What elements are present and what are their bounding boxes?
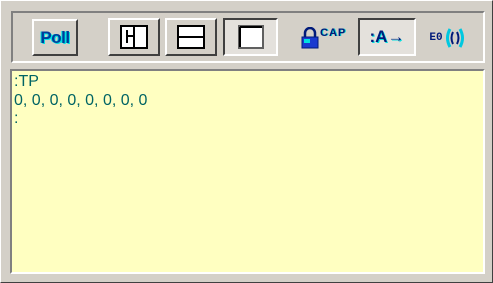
terminal-output[interactable]: :TP 0, 0, 0, 0, 0, 0, 0, 0 : bbox=[10, 69, 485, 274]
poll-icon: Poll bbox=[40, 27, 70, 47]
terminal-line: :TP bbox=[14, 73, 39, 90]
eo-signal-icon bbox=[445, 27, 464, 48]
lock-caps-icon bbox=[301, 27, 319, 49]
eo-button[interactable]: E0 bbox=[420, 19, 475, 56]
terminal-line: 0, 0, 0, 0, 0, 0, 0, 0 bbox=[14, 91, 148, 109]
split-vertical-icon bbox=[120, 25, 148, 49]
split-horizontal-icon bbox=[177, 25, 205, 49]
split-vertical-button[interactable] bbox=[108, 18, 160, 56]
transmit-button[interactable]: :A→ bbox=[358, 18, 416, 56]
poll-button[interactable]: Poll bbox=[32, 19, 78, 56]
toolbar: Poll CAP:A→ E0 bbox=[11, 11, 485, 63]
window-frame: Poll CAP:A→ E0:TP 0, 0, 0, 0, 0, 0, 0,… bbox=[0, 0, 493, 283]
terminal-line: : bbox=[14, 110, 19, 127]
caps-label: CAP bbox=[320, 27, 347, 39]
eo-label: E0 bbox=[429, 31, 443, 44]
send-arrow-icon: :A→ bbox=[369, 27, 405, 46]
caps-lock-button[interactable]: CAP bbox=[295, 19, 353, 56]
split-horizontal-button[interactable] bbox=[165, 18, 217, 56]
single-pane-button[interactable] bbox=[223, 18, 278, 56]
single-pane-icon bbox=[237, 25, 264, 49]
